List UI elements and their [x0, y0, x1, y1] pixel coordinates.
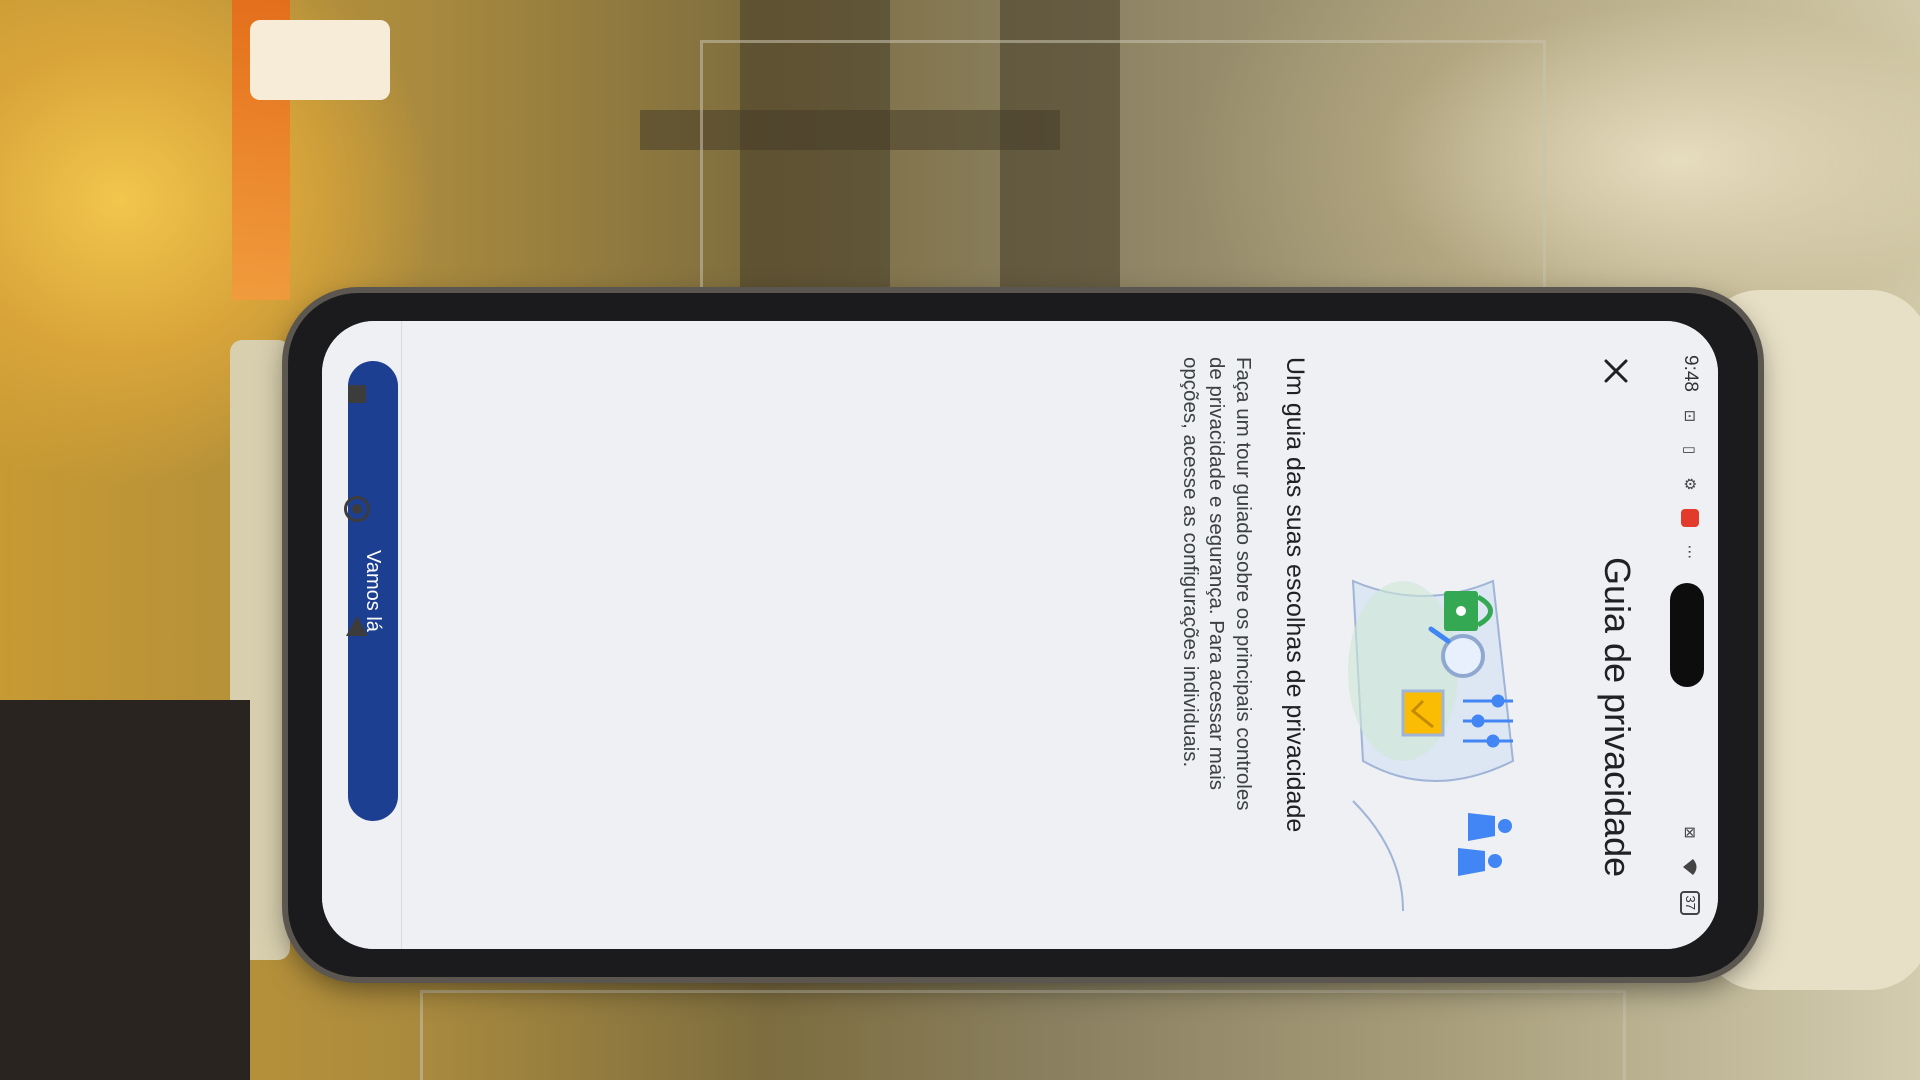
phone-screen: 9:48 ⊡ ▯ ⚙ ⋯ ⊠ 37 Guia de privacidade Um… [322, 321, 1718, 949]
people-icon [1458, 813, 1512, 876]
background-glass-case [700, 40, 1546, 296]
status-bar: 9:48 ⊡ ▯ ⚙ ⋯ ⊠ 37 [1662, 321, 1718, 949]
background-dark-box [0, 700, 250, 1080]
status-time: 9:48 [1680, 355, 1701, 392]
no-sim-icon: ⊠ [1681, 826, 1698, 839]
recents-square-icon [348, 385, 366, 403]
checkbox-card-icon [1401, 689, 1445, 737]
back-button[interactable] [342, 611, 372, 641]
background-glass-case-lower [420, 990, 1626, 1080]
navigation-bar [322, 321, 392, 949]
home-button[interactable] [342, 494, 372, 524]
bottom-divider [401, 321, 402, 949]
page-title: Guia de privacidade [1597, 557, 1638, 878]
photo-scene: 9:48 ⊡ ▯ ⚙ ⋯ ⊠ 37 Guia de privacidade Um… [0, 0, 1920, 1080]
background-white-object [250, 20, 390, 100]
status-right: ⊠ 37 [1680, 823, 1700, 915]
headline: Um guia das suas escolhas de privacidade [1281, 357, 1309, 833]
recents-button[interactable] [342, 379, 372, 409]
more-icon: ⋯ [1681, 544, 1698, 560]
portrait-ui: 9:48 ⊡ ▯ ⚙ ⋯ ⊠ 37 Guia de privacidade Um… [322, 321, 1718, 949]
app-bar: Guia de privacidade [1574, 321, 1658, 949]
close-icon [1604, 359, 1628, 383]
battery-icon: 37 [1680, 890, 1700, 915]
camera-cutout [1670, 583, 1704, 687]
back-triangle-icon [346, 616, 368, 636]
nfc-icon: ⊡ [1681, 409, 1698, 423]
home-circle-icon [344, 496, 370, 522]
body-text: Faça um tour guiado sobre os principais … [1178, 357, 1255, 811]
wifi-icon [1680, 857, 1700, 877]
settings-gear-icon: ⚙ [1681, 477, 1698, 491]
notification-icon [1680, 508, 1700, 528]
privacy-illustration [1333, 551, 1553, 931]
status-left: 9:48 ⊡ ▯ ⚙ ⋯ [1679, 355, 1701, 562]
sim-icon: ▯ [1681, 445, 1698, 455]
close-button[interactable] [1596, 351, 1636, 391]
